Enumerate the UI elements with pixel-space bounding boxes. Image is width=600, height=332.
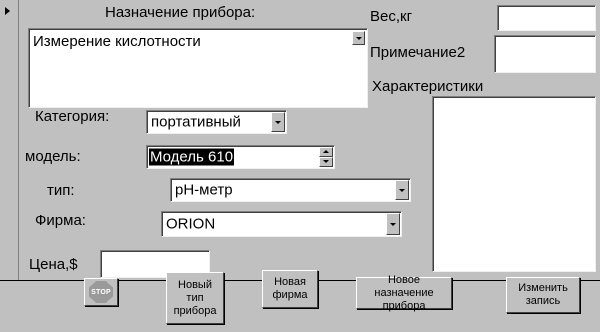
new-purpose-button[interactable]: Новое назначение прибора (356, 274, 452, 312)
price-label: Цена,$ (29, 256, 78, 273)
weight-label: Вес,кг (370, 8, 413, 25)
category-dropdown-chevron-down-icon[interactable] (271, 112, 285, 132)
model-label: модель: (25, 148, 81, 165)
record-selector-arrow-icon (5, 7, 10, 15)
purpose-label: Назначение прибора: (105, 4, 256, 21)
edit-record-label: Изменить запись (518, 282, 568, 307)
category-combobox[interactable]: портативный (146, 110, 287, 134)
type-label: тип: (47, 182, 75, 199)
characteristics-textbox[interactable] (432, 96, 596, 272)
characteristics-label: Характеристики (372, 78, 484, 95)
weight-input[interactable] (497, 5, 596, 31)
category-label: Категория: (35, 108, 110, 125)
new-firm-button[interactable]: Новая фирма (262, 270, 318, 308)
new-type-button[interactable]: Новый тип прибора (166, 272, 224, 324)
stop-sign-icon: STOP (89, 281, 113, 303)
firm-label: Фирма: (35, 212, 86, 229)
type-value: рН-метр (175, 181, 233, 199)
note2-input[interactable] (494, 35, 596, 73)
new-type-label: Новый тип прибора (173, 278, 217, 317)
firm-combobox[interactable]: ORION (161, 211, 402, 237)
purpose-value: Измерение кислотности (33, 33, 201, 50)
edit-record-button[interactable]: Изменить запись (506, 277, 580, 313)
characteristics-value (433, 97, 595, 101)
model-value: Модель 610 (149, 148, 235, 166)
note2-label: Примечание2 (370, 44, 466, 61)
record-selector[interactable] (0, 0, 19, 280)
type-dropdown-chevron-down-icon[interactable] (395, 180, 409, 200)
model-spin-up-icon[interactable] (319, 147, 333, 157)
firm-dropdown-chevron-down-icon[interactable] (386, 213, 400, 235)
category-value: портативный (151, 113, 241, 131)
stop-button[interactable]: STOP (84, 278, 118, 306)
new-firm-label: Новая фирма (272, 276, 308, 301)
new-purpose-label: Новое назначение прибора (374, 273, 434, 312)
model-spinner[interactable]: Модель 610 (146, 145, 335, 169)
purpose-scroll-down-icon[interactable] (352, 31, 365, 45)
purpose-textbox[interactable]: Измерение кислотности (28, 28, 368, 108)
model-spin-down-icon[interactable] (319, 157, 333, 167)
firm-value: ORION (166, 215, 216, 233)
type-combobox[interactable]: рН-метр (170, 178, 411, 202)
